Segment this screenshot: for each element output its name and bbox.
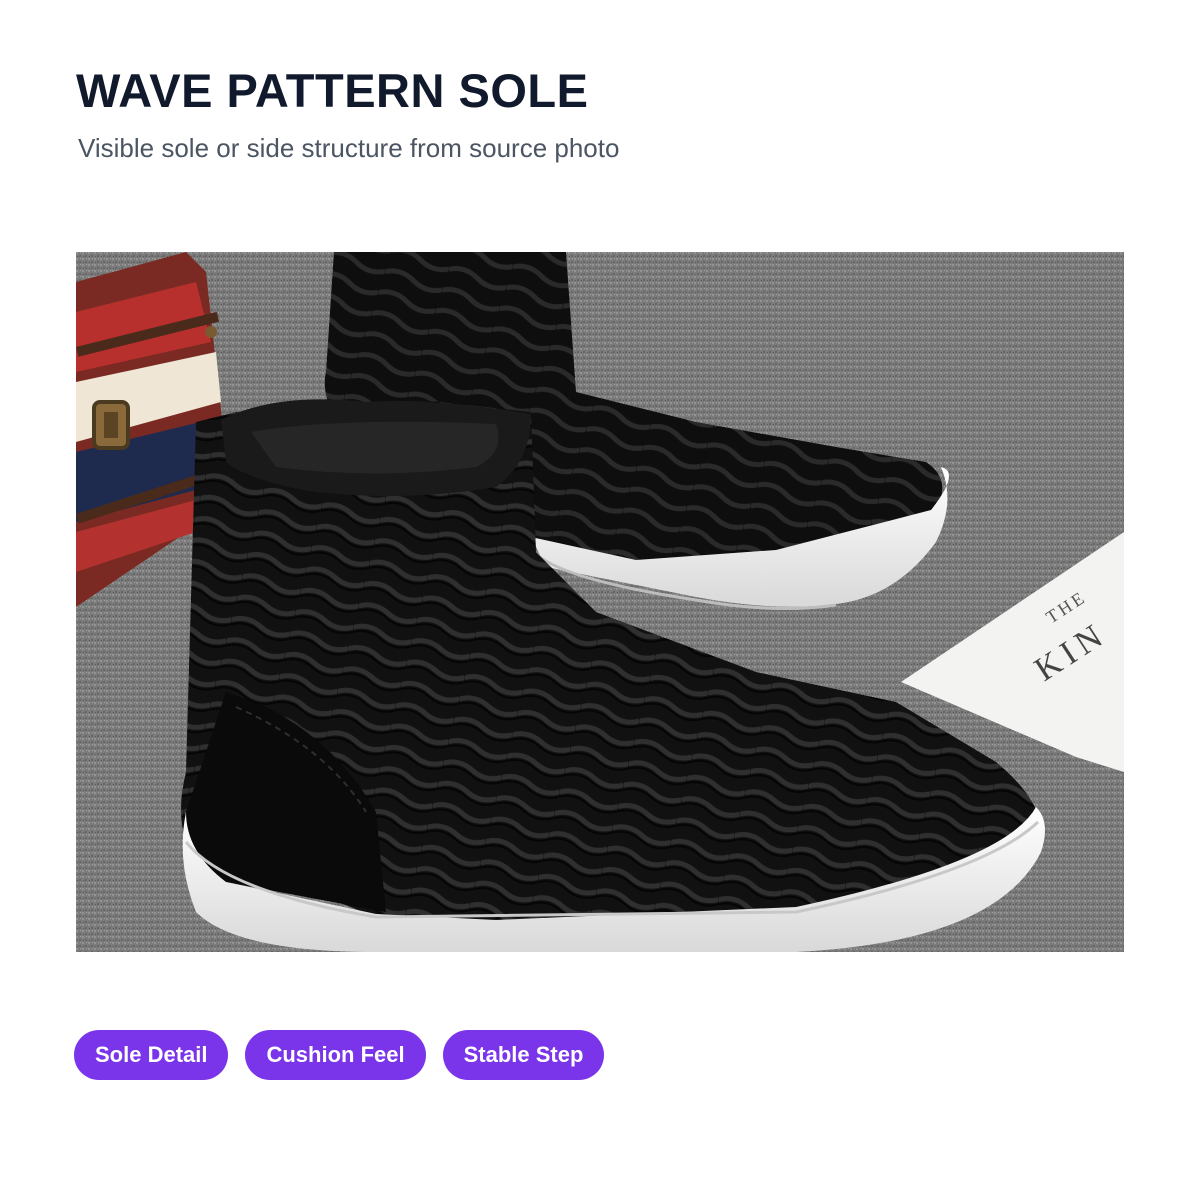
page-subtitle: Visible sole or side structure from sour…: [78, 133, 620, 163]
tag-sole-detail: Sole Detail: [74, 1030, 229, 1080]
product-photo: THE KIN: [76, 252, 1124, 952]
page-title: WAVE PATTERN SOLE: [76, 64, 589, 117]
tag-cushion-feel: Cushion Feel: [245, 1030, 426, 1080]
tag-stable-step: Stable Step: [442, 1030, 605, 1080]
feature-tags: Sole Detail Cushion Feel Stable Step: [74, 1030, 605, 1080]
